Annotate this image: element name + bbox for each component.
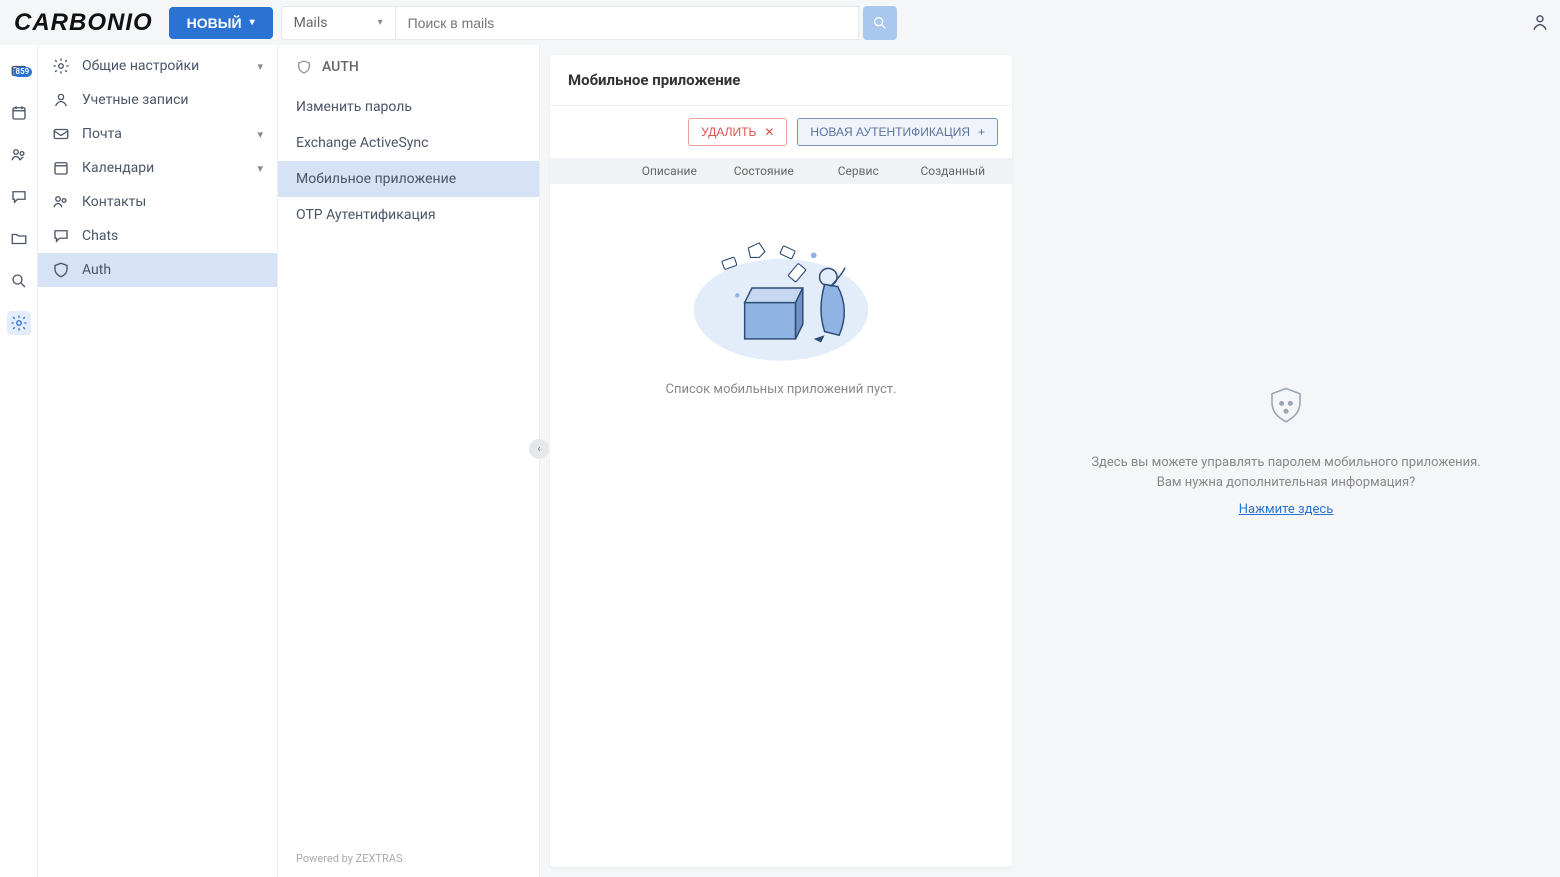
sidebar-item-label: Контакты — [82, 194, 263, 210]
th-description: Описание — [622, 164, 717, 178]
center-panel: Мобильное приложение УДАЛИТЬ ✕ НОВАЯ АУТ… — [550, 55, 1012, 867]
shield-icon — [296, 59, 312, 75]
sublist-item-password[interactable]: Изменить пароль — [278, 89, 539, 125]
nav-rail: 859 — [0, 45, 38, 877]
sidebar-item-label: Календари — [82, 160, 245, 176]
chevron-left-icon: ‹ — [537, 444, 540, 455]
info-panel: Здесь вы можете управлять паролем мобиль… — [1012, 45, 1560, 877]
gear-icon — [10, 314, 28, 332]
search-group: Mails ▾ — [281, 6, 898, 40]
sidebar-item-label: Auth — [82, 262, 263, 278]
sublist-item-eas[interactable]: Exchange ActiveSync — [278, 125, 539, 161]
rail-calendar[interactable] — [7, 101, 31, 125]
th-service: Сервис — [811, 164, 906, 178]
delete-button-label: УДАЛИТЬ — [701, 125, 756, 139]
table-header: Описание Состояние Сервис Созданный — [550, 158, 1012, 184]
user-menu[interactable] — [1530, 13, 1550, 33]
new-auth-button-label: НОВАЯ АУТЕНТИФИКАЦИЯ — [810, 125, 970, 139]
mail-icon — [52, 125, 70, 143]
gear-icon — [52, 57, 70, 75]
chevron-down-icon: ▾ — [257, 60, 263, 73]
person-icon — [52, 91, 70, 109]
sidebar-item-label: Chats — [82, 228, 263, 244]
close-icon: ✕ — [764, 125, 774, 139]
calendar-icon — [52, 159, 70, 177]
rail-chats[interactable] — [7, 185, 31, 209]
rail-mail[interactable]: 859 — [7, 59, 31, 83]
sidebar-item-label: Общие настройки — [82, 58, 245, 74]
search-icon — [872, 15, 888, 31]
chat-icon — [52, 227, 70, 245]
sidebar-item-calendars[interactable]: Календари ▾ — [38, 151, 277, 185]
sublist-item-mobile[interactable]: Мобильное приложение — [278, 161, 539, 197]
th-created: Созданный — [906, 164, 1001, 178]
header: CARBONIO НОВЫЙ ▾ Mails ▾ — [0, 0, 1560, 45]
person-icon — [1530, 13, 1550, 33]
plus-icon: + — [978, 125, 985, 139]
search-category-label: Mails — [294, 15, 328, 31]
new-auth-button[interactable]: НОВАЯ АУТЕНТИФИКАЦИЯ + — [797, 118, 998, 146]
empty-message: Список мобильных приложений пуст. — [665, 382, 896, 397]
sidebar-item-chats[interactable]: Chats — [38, 219, 277, 253]
info-text: Здесь вы можете управлять паролем мобиль… — [1091, 453, 1480, 492]
delete-button[interactable]: УДАЛИТЬ ✕ — [688, 118, 787, 146]
sublist-item-otp[interactable]: OTP Аутентификация — [278, 197, 539, 233]
rail-settings[interactable] — [7, 311, 31, 335]
main: Мобильное приложение УДАЛИТЬ ✕ НОВАЯ АУТ… — [540, 45, 1560, 877]
rail-search[interactable] — [7, 269, 31, 293]
search-input[interactable] — [396, 6, 860, 40]
rail-badge: 859 — [13, 67, 33, 77]
chevron-down-icon: ▾ — [257, 162, 263, 175]
search-button[interactable] — [863, 6, 897, 40]
calendar-icon — [10, 104, 28, 122]
rail-files[interactable] — [7, 227, 31, 251]
shield-icon — [52, 261, 70, 279]
info-line1: Здесь вы можете управлять паролем мобиль… — [1091, 453, 1480, 473]
folder-icon — [10, 230, 28, 248]
search-icon — [10, 272, 28, 290]
chevron-down-icon: ▾ — [257, 128, 263, 141]
th-blank — [562, 164, 622, 178]
sidebar-item-mail[interactable]: Почта ▾ — [38, 117, 277, 151]
chevron-down-icon: ▾ — [250, 17, 255, 28]
sublist: AUTH Изменить пароль Exchange ActiveSync… — [278, 45, 540, 877]
sidebar-item-contacts[interactable]: Контакты — [38, 185, 277, 219]
th-status: Состояние — [717, 164, 812, 178]
chat-icon — [10, 188, 28, 206]
sublist-header: AUTH — [278, 45, 539, 89]
sidebar-item-accounts[interactable]: Учетные записи — [38, 83, 277, 117]
page-title: Мобильное приложение — [550, 55, 1012, 106]
search-category[interactable]: Mails ▾ — [281, 6, 396, 40]
info-link[interactable]: Нажмите здесь — [1239, 502, 1334, 517]
empty-illustration — [671, 208, 891, 368]
people-icon — [10, 146, 28, 164]
empty-state: Список мобильных приложений пуст. — [550, 184, 1012, 397]
sidebar: Общие настройки ▾ Учетные записи Почта ▾… — [38, 45, 278, 877]
info-line2: Вам нужна дополнительная информация? — [1091, 473, 1480, 493]
sublist-title: AUTH — [322, 59, 359, 75]
sidebar-item-general[interactable]: Общие настройки ▾ — [38, 49, 277, 83]
collapse-button[interactable]: ‹ — [529, 439, 549, 459]
powered-by: Powered by ZEXTRAS — [278, 840, 539, 877]
new-button-label: НОВЫЙ — [187, 15, 242, 31]
center-actions: УДАЛИТЬ ✕ НОВАЯ АУТЕНТИФИКАЦИЯ + — [550, 106, 1012, 158]
sidebar-item-auth[interactable]: Auth — [38, 253, 277, 287]
logo: CARBONIO — [10, 9, 161, 37]
chevron-down-icon: ▾ — [378, 17, 383, 28]
rail-contacts[interactable] — [7, 143, 31, 167]
sidebar-item-label: Почта — [82, 126, 245, 142]
new-button[interactable]: НОВЫЙ ▾ — [169, 7, 273, 39]
shield-icon-large — [1265, 385, 1307, 427]
sidebar-item-label: Учетные записи — [82, 92, 263, 108]
people-icon — [52, 193, 70, 211]
